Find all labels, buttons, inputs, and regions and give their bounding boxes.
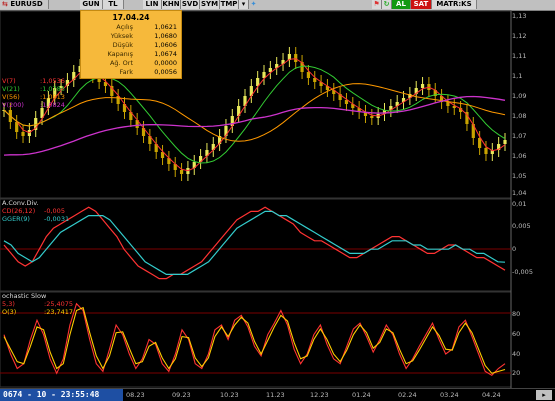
price-axis-tick: 1,1 — [512, 72, 523, 80]
stoch-axis-tick: 80 — [512, 310, 521, 318]
trigger-line — [3, 210, 506, 275]
stoch-k-value: :25,4075 — [44, 300, 74, 308]
candle-body — [370, 116, 374, 118]
price-panel-frame — [0, 10, 512, 199]
macd-axis-tick: 0,01 — [512, 200, 527, 208]
tooltip-value: 1,0621 — [154, 23, 177, 31]
status-bar: 0674 - 10 - 23:55:48 08.23 09.23 10.23 1… — [0, 388, 555, 401]
price-axis-tick: 1,11 — [512, 52, 527, 60]
date-label: 10.23 — [220, 391, 239, 399]
tooltip-row-low: Düşük 1,0606 — [83, 41, 179, 49]
tooltip-label: Kapanış — [107, 50, 133, 58]
ma7-name: V(7) — [2, 77, 16, 85]
date-label: 11.23 — [266, 391, 285, 399]
ma7-value: :1,0536 — [40, 77, 65, 85]
stoch-d-value: :23,7417 — [44, 308, 74, 316]
tooltip-label: Ağ. Ort — [109, 59, 133, 67]
ma21-name: V(21) — [2, 85, 20, 93]
date-label: 01.24 — [352, 391, 371, 399]
trigger-name: GGER(9) — [2, 215, 30, 223]
candle-body — [484, 148, 488, 154]
ma200-line — [3, 95, 506, 156]
stoch-axis-tick: 40 — [512, 350, 521, 358]
price-axis-tick: 1,12 — [512, 32, 527, 40]
date-label: 12.23 — [310, 391, 329, 399]
candle-body — [294, 54, 298, 62]
tooltip-row-diff: Fark 0,0056 — [83, 68, 179, 76]
stoch-axis-tick: 60 — [512, 330, 521, 338]
tooltip-row-high: Yüksek 1,0680 — [83, 32, 179, 40]
tooltip-row-wavg: Ağ. Ort 0,0000 — [83, 59, 179, 67]
candle-body — [21, 132, 25, 136]
stoch-axis-tick: 20 — [512, 369, 521, 377]
macd-title: A.Conv.Div. — [2, 199, 39, 207]
tooltip-value: 1,0606 — [154, 41, 177, 49]
scroll-right-icon[interactable]: ▸ — [536, 390, 552, 400]
tooltip-label: Fark — [119, 68, 133, 76]
date-label: 03.24 — [440, 391, 459, 399]
price-axis-tick: 1,07 — [512, 132, 527, 140]
tooltip-value: 1,0680 — [154, 32, 177, 40]
ma200-name: V(200) — [2, 101, 24, 109]
status-ticker: 0674 - 10 - 23:55:48 — [0, 389, 123, 401]
ohlc-tooltip: 17.04.24 Açılış 1,0621 Yüksek 1,0680 Düşük… — [80, 10, 182, 79]
price-axis-tick: 1,08 — [512, 112, 527, 120]
macd-axis-tick: 0 — [512, 245, 517, 253]
tooltip-date: 17.04.24 — [112, 13, 150, 22]
stoch-d-name: O(3) — [2, 308, 17, 316]
price-axis-tick: 1,13 — [512, 12, 527, 20]
macd-lines-group — [3, 206, 506, 280]
stoch-k-line — [3, 302, 506, 376]
stoch-lines-group — [3, 302, 506, 376]
price-axis-tick: 1,06 — [512, 152, 527, 160]
ma21-value: :1,0783 — [40, 85, 65, 93]
stoch-title: ochastic Slow — [2, 292, 47, 300]
candle-body — [306, 72, 311, 78]
candle-body — [420, 84, 425, 88]
trigger-value: -0,0031 — [44, 215, 70, 223]
tooltip-label: Yüksek — [110, 32, 133, 40]
ma56-name: V(56) — [2, 93, 20, 101]
candle-body — [503, 140, 507, 144]
tooltip-value: 1,0674 — [154, 50, 177, 58]
candle-body — [478, 138, 482, 148]
macd-axis-tick: -0,005 — [512, 268, 533, 276]
stoch-d-line — [3, 306, 506, 374]
tooltip-row-close: Kapanış 1,0674 — [83, 50, 179, 58]
tooltip-row-open: Açılış 1,0621 — [83, 23, 179, 31]
price-axis-tick: 1,05 — [512, 172, 527, 180]
macd-name: CD(26,12) — [2, 207, 36, 215]
price-axis-tick: 1,09 — [512, 92, 527, 100]
price-axis-tick: 1,04 — [512, 189, 527, 197]
ma21-line — [3, 65, 506, 164]
tooltip-value: 0,0000 — [154, 59, 177, 67]
tooltip-label: Düşük — [112, 41, 133, 49]
ma56-value: :1,0813 — [40, 93, 65, 101]
date-label: 04.24 — [482, 391, 501, 399]
date-label: 09.23 — [172, 391, 191, 399]
candle-body — [179, 170, 184, 174]
tooltip-label: Açılış — [116, 23, 133, 31]
ma56-line — [3, 83, 506, 142]
ma200-value: :1,0824 — [40, 101, 65, 109]
macd-axis-tick: 0,005 — [512, 222, 531, 230]
date-label: 08.23 — [126, 391, 145, 399]
date-label: 02.24 — [398, 391, 417, 399]
macd-panel-frame — [0, 198, 512, 292]
stoch-k-name: 5,3) — [2, 300, 15, 308]
tooltip-value: 0,0056 — [154, 68, 177, 76]
candles-group — [2, 47, 507, 181]
macd-value: -0,005 — [44, 207, 65, 215]
